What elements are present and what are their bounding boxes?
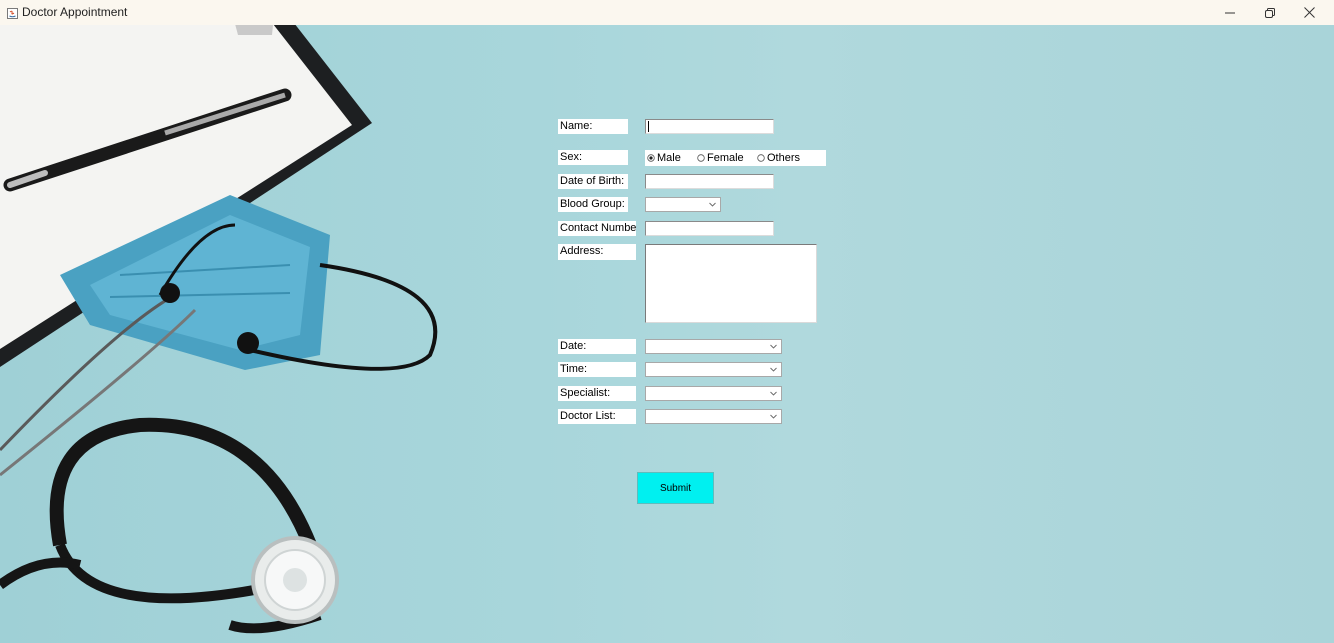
radio-unselected-icon (697, 154, 705, 162)
restore-icon (1265, 7, 1275, 18)
minimize-button[interactable] (1210, 0, 1250, 25)
dob-input[interactable] (645, 174, 774, 189)
close-icon (1303, 7, 1315, 18)
window-title-bar: Doctor Appointment (0, 0, 1334, 25)
sex-radio-group: Male Female Others (645, 150, 826, 166)
name-label: Name: (558, 119, 628, 134)
contact-label: Contact Number: (558, 221, 636, 236)
name-input[interactable] (645, 119, 774, 134)
contact-input[interactable] (645, 221, 774, 236)
sex-radio-others-label: Others (767, 152, 801, 164)
window-title: Doctor Appointment (22, 5, 128, 19)
chevron-down-icon (770, 414, 777, 419)
java-app-icon (7, 6, 18, 19)
time-select[interactable] (645, 362, 782, 377)
submit-button[interactable]: Submit (637, 472, 714, 504)
medical-background-image (0, 25, 438, 634)
minimize-icon (1225, 12, 1235, 13)
sex-radio-male-label: Male (657, 152, 681, 164)
sex-radio-others[interactable]: Others (757, 150, 800, 166)
close-button[interactable] (1289, 0, 1329, 25)
radio-unselected-icon (757, 154, 765, 162)
sex-radio-male[interactable]: Male (647, 150, 681, 166)
specialist-label: Specialist: (558, 386, 636, 401)
chevron-down-icon (770, 367, 777, 372)
sex-label: Sex: (558, 150, 628, 165)
time-label: Time: (558, 362, 636, 377)
address-label: Address: (558, 244, 636, 260)
radio-selected-icon (647, 154, 655, 162)
doctor-list-label: Doctor List: (558, 409, 636, 424)
doctor-list-select[interactable] (645, 409, 782, 424)
content-panel (0, 25, 1334, 643)
specialist-select[interactable] (645, 386, 782, 401)
date-select[interactable] (645, 339, 782, 354)
date-label: Date: (558, 339, 636, 354)
address-textarea[interactable] (645, 244, 817, 323)
chevron-down-icon (770, 344, 777, 349)
restore-button[interactable] (1250, 0, 1290, 25)
sex-radio-female[interactable]: Female (697, 150, 744, 166)
chevron-down-icon (770, 391, 777, 396)
chevron-down-icon (709, 202, 716, 207)
blood-group-select[interactable] (645, 197, 721, 212)
blood-group-label: Blood Group: (558, 197, 628, 212)
dob-label: Date of Birth: (558, 174, 628, 189)
sex-radio-female-label: Female (707, 152, 744, 164)
